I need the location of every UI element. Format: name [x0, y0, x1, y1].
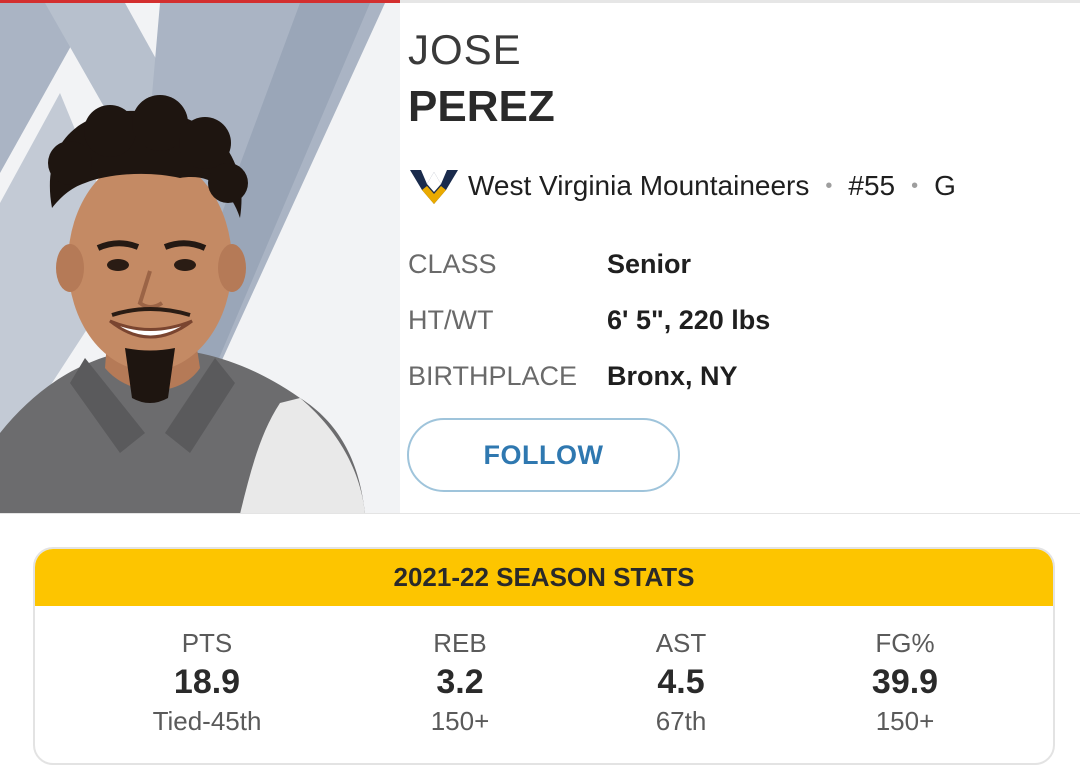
info-value: Bronx, NY: [607, 360, 738, 391]
info-label: HT/WT: [408, 304, 494, 335]
info-label: BIRTHPLACE: [408, 360, 578, 391]
stat-rank: 150+: [430, 706, 490, 736]
info-value: Senior: [607, 248, 692, 279]
stat-ast: AST 4.5 67th: [571, 627, 791, 737]
separator-dot: •: [911, 174, 919, 197]
stat-label: AST: [655, 628, 707, 658]
stat-label: FG%: [875, 628, 935, 658]
wv-flying-wv-logo-icon: [410, 170, 458, 204]
info-row-height-weight: HT/WT 6' 5", 220 lbs: [408, 292, 770, 348]
team-row: West Virginia Mountaineers • #55 • G: [408, 160, 956, 212]
info-row-class: CLASS Senior: [408, 236, 770, 292]
season-stats-card: 2021-22 SEASON STATS PTS 18.9 Tied-45th …: [33, 547, 1055, 765]
stat-fg-pct: FG% 39.9 150+: [795, 627, 1015, 737]
player-position: G: [934, 170, 956, 201]
section-divider: [0, 513, 1080, 514]
stat-reb: REB 3.2 150+: [350, 627, 570, 737]
stat-pts: PTS 18.9 Tied-45th: [97, 627, 317, 737]
stat-rank: 150+: [875, 706, 935, 736]
stat-value: 39.9: [871, 663, 939, 701]
stat-label: REB: [433, 628, 487, 658]
stat-rank: Tied-45th: [152, 706, 262, 736]
stat-rank: 67th: [655, 706, 707, 736]
stats-title: 2021-22 SEASON STATS: [35, 549, 1053, 606]
follow-button[interactable]: FOLLOW: [407, 418, 680, 492]
separator-dot: •: [825, 174, 833, 197]
player-last-name: PEREZ: [408, 82, 555, 131]
player-headshot-image: [0, 3, 400, 514]
stat-value: 4.5: [657, 663, 705, 701]
player-first-name: JOSE: [408, 26, 522, 73]
player-header: JOSE PEREZ West Virginia Mountaineers • …: [0, 0, 1080, 514]
info-value: 6' 5", 220 lbs: [607, 304, 771, 335]
player-photo: [0, 3, 400, 514]
jersey-number: #55: [848, 170, 896, 201]
stat-value: 3.2: [436, 663, 484, 701]
team-name-link[interactable]: West Virginia Mountaineers: [468, 170, 809, 202]
player-info: CLASS Senior HT/WT 6' 5", 220 lbs BIRTHP…: [408, 236, 770, 404]
info-label: CLASS: [408, 248, 497, 279]
info-row-birthplace: BIRTHPLACE Bronx, NY: [408, 348, 770, 404]
stat-label: PTS: [181, 628, 233, 658]
stat-value: 18.9: [173, 663, 241, 701]
